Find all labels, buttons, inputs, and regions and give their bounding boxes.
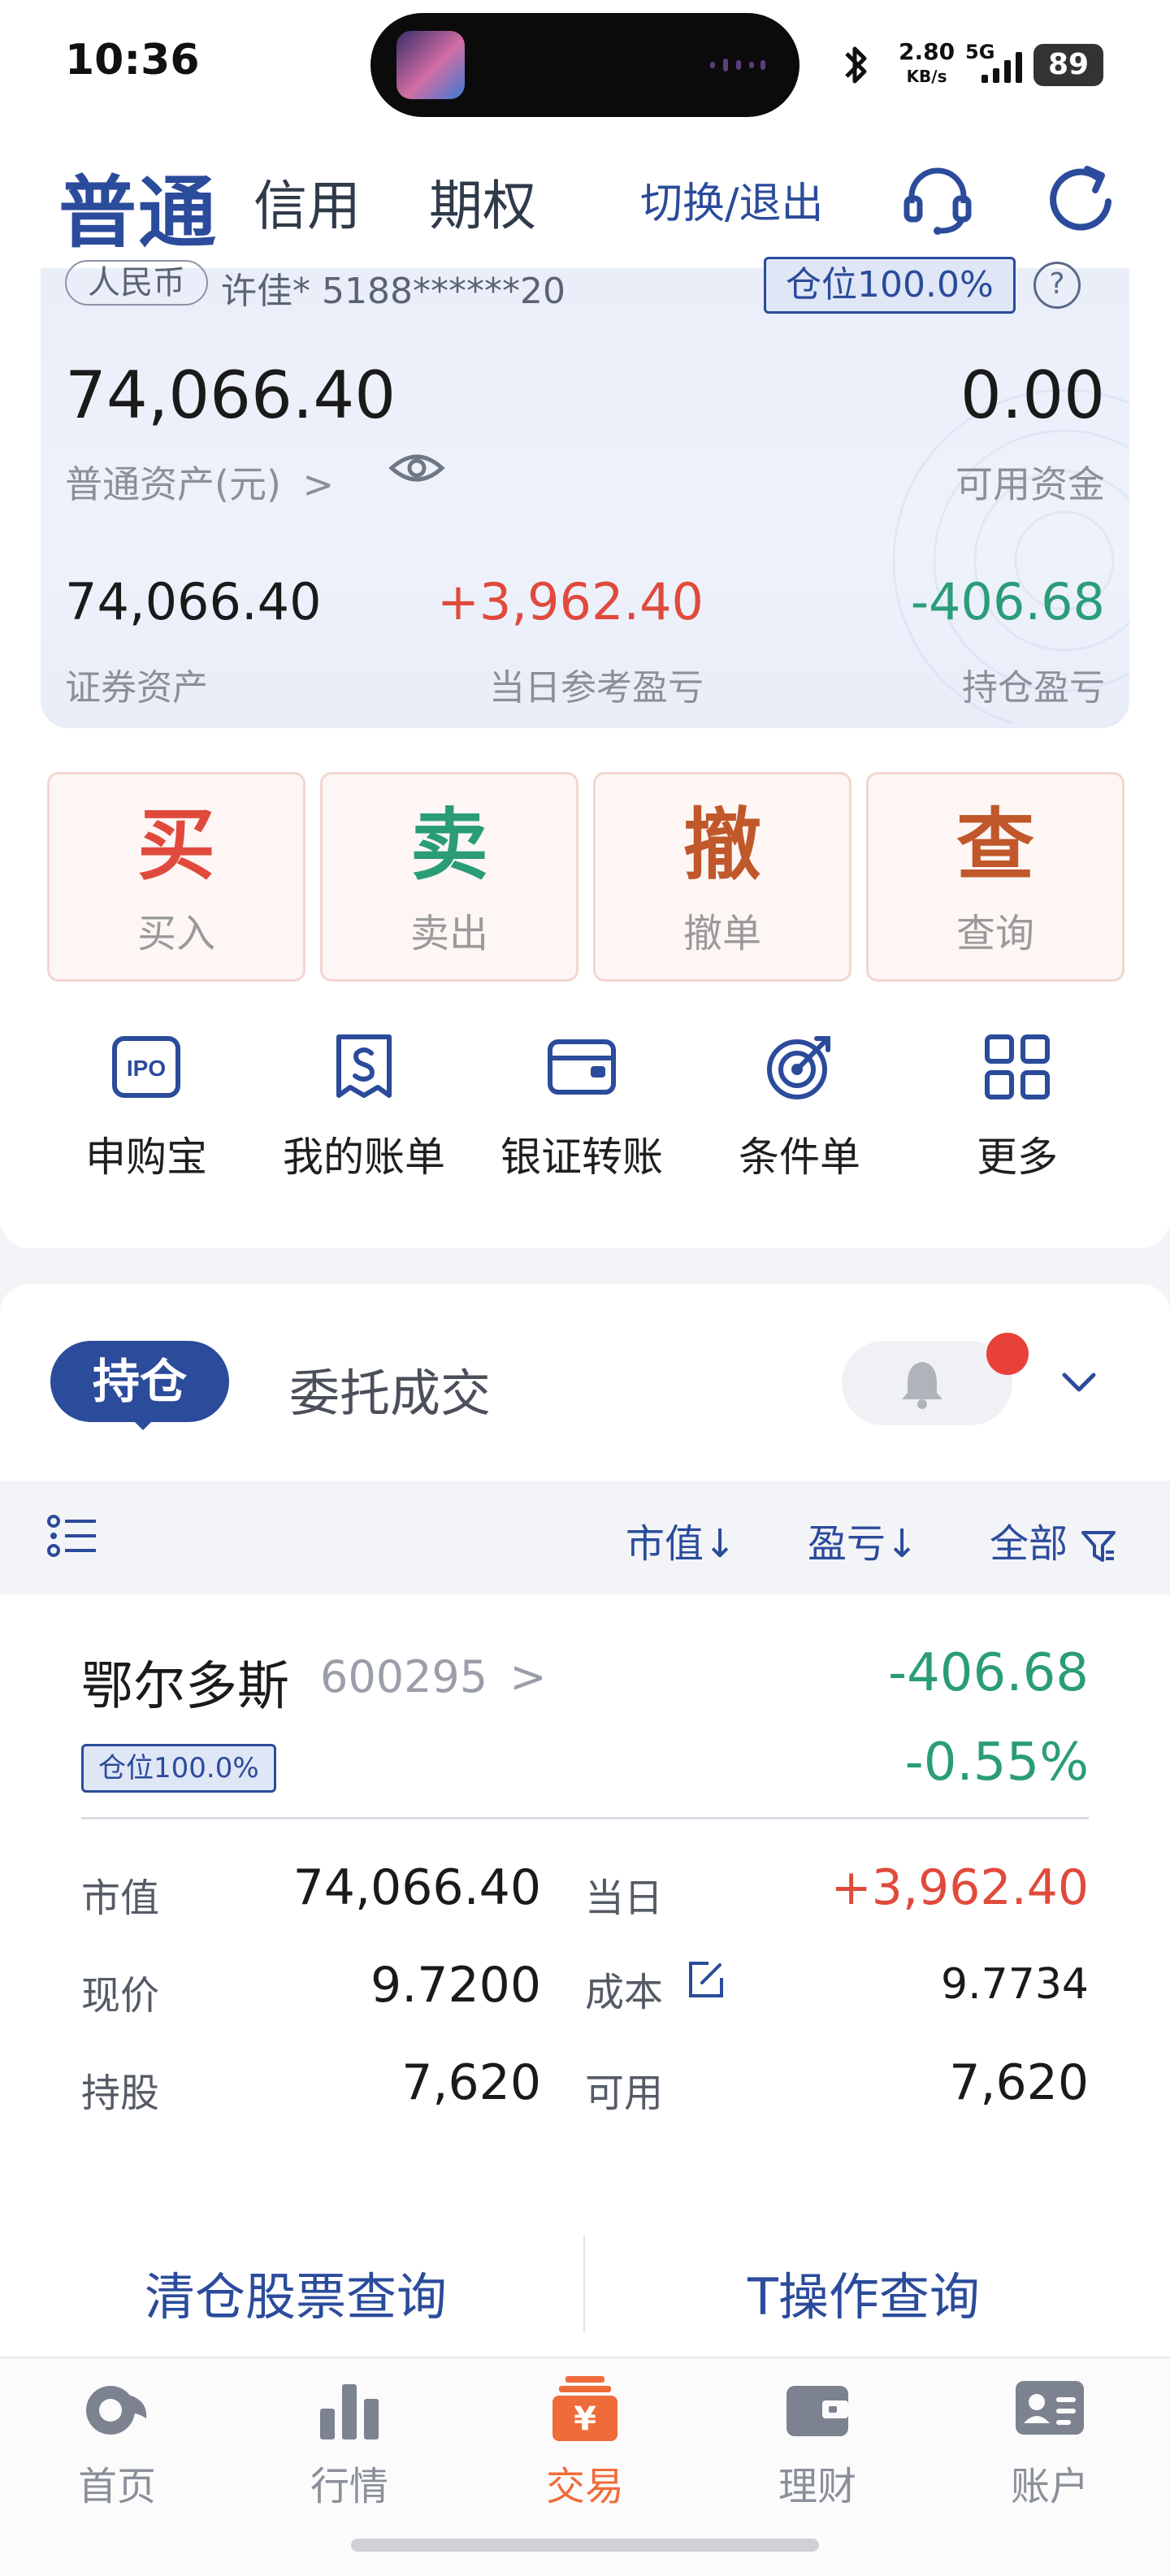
headset-icon[interactable] bbox=[900, 161, 975, 236]
total-assets-label[interactable]: 普通资产(元) > bbox=[65, 455, 334, 509]
trade-icon: ¥ bbox=[552, 2376, 618, 2441]
holding-position-badge: 仓位100.0% bbox=[81, 1744, 276, 1793]
holding-pnl-value: -406.68 bbox=[910, 572, 1105, 631]
query-button[interactable]: 查 查询 bbox=[866, 772, 1124, 982]
cancel-order-button[interactable]: 撤 撤单 bbox=[593, 772, 852, 982]
bill-icon bbox=[336, 1034, 392, 1098]
wallet-icon bbox=[786, 2386, 848, 2436]
quick-link-bill[interactable]: 我的账单 bbox=[255, 1030, 473, 1183]
t-operation-query-button[interactable]: T操作查询 bbox=[748, 2256, 980, 2329]
price-label: 现价 bbox=[81, 1973, 160, 2019]
stock-name[interactable]: 鄂尔多斯 bbox=[81, 1645, 289, 1720]
chevron-down-icon[interactable] bbox=[1061, 1370, 1097, 1394]
notification-dot bbox=[986, 1333, 1029, 1375]
edit-icon[interactable] bbox=[684, 1958, 726, 2001]
available-funds-value: 0.00 bbox=[960, 358, 1105, 433]
cost-label: 成本 bbox=[585, 1970, 664, 2015]
svg-text:IPO: IPO bbox=[127, 1056, 166, 1081]
grid-icon bbox=[985, 1034, 1050, 1099]
bluetooth-icon bbox=[845, 46, 867, 84]
tab-options[interactable]: 期权 bbox=[429, 163, 536, 241]
chart-icon bbox=[320, 2384, 379, 2439]
buy-button[interactable]: 买 买入 bbox=[47, 772, 306, 982]
daily-pnl: +3,962.40 bbox=[830, 1859, 1089, 1916]
nav-account[interactable]: 账户 bbox=[952, 2370, 1147, 2511]
holding-pnl-label: 持仓盈亏 bbox=[962, 667, 1105, 709]
divider bbox=[81, 1817, 1089, 1819]
available-funds-label: 可用资金 bbox=[956, 462, 1105, 506]
tab-orders-trades[interactable]: 委托成交 bbox=[289, 1352, 491, 1425]
market-value: 74,066.40 bbox=[292, 1859, 541, 1916]
target-icon bbox=[767, 1036, 830, 1099]
audio-wave-icon bbox=[710, 59, 765, 72]
quick-link-more[interactable]: 更多 bbox=[908, 1030, 1126, 1183]
now-playing-artwork[interactable] bbox=[396, 31, 465, 99]
market-value-label: 市值 bbox=[81, 1876, 160, 1921]
network-speed: 2.80 KB/s bbox=[899, 38, 956, 87]
shares-held: 7,620 bbox=[401, 2054, 541, 2111]
nav-wealth[interactable]: 理财 bbox=[720, 2370, 915, 2511]
sell-button[interactable]: 卖 卖出 bbox=[320, 772, 578, 982]
wallet-icon bbox=[548, 1039, 616, 1095]
divider bbox=[583, 2235, 585, 2332]
total-assets-value: 74,066.40 bbox=[65, 358, 396, 433]
available-shares-label: 可用 bbox=[585, 2071, 664, 2116]
filter-icon bbox=[1081, 1531, 1116, 1562]
tab-holdings[interactable]: 持仓 bbox=[50, 1341, 229, 1422]
daily-label: 当日 bbox=[585, 1876, 664, 1921]
refresh-icon[interactable] bbox=[1042, 159, 1120, 237]
cost-price: 9.7734 bbox=[941, 1960, 1089, 2009]
filter-scope[interactable]: 全部 bbox=[990, 1511, 1117, 1568]
holding-pnl: -406.68 bbox=[887, 1643, 1089, 1703]
quick-link-conditional-order[interactable]: 条件单 bbox=[691, 1030, 908, 1183]
cleared-stocks-query-button[interactable]: 清仓股票查询 bbox=[145, 2256, 447, 2329]
nav-home[interactable]: 首页 bbox=[20, 2370, 214, 2511]
list-view-icon[interactable] bbox=[47, 1513, 99, 1559]
quick-link-ipo[interactable]: IPO 申购宝 bbox=[37, 1030, 255, 1183]
signal-icon bbox=[982, 52, 1022, 83]
bell-icon bbox=[902, 1362, 942, 1409]
svg-text:¥: ¥ bbox=[574, 2400, 596, 2438]
home-indicator[interactable] bbox=[351, 2539, 819, 2552]
battery-icon: 89 bbox=[1034, 44, 1103, 86]
currency-badge: 人民币 bbox=[65, 260, 208, 306]
switch-logout-button[interactable]: 切换/退出 bbox=[640, 169, 824, 230]
tab-credit[interactable]: 信用 bbox=[254, 163, 361, 241]
nav-market[interactable]: 行情 bbox=[252, 2370, 447, 2511]
current-price: 9.7200 bbox=[370, 1957, 541, 2014]
home-icon bbox=[86, 2386, 147, 2435]
nav-trade[interactable]: ¥ 交易 bbox=[488, 2370, 682, 2511]
ipo-icon: IPO bbox=[112, 1036, 180, 1098]
holding-pnl-percent: -0.55% bbox=[904, 1733, 1089, 1793]
sort-by-market-value[interactable]: 市值↓ bbox=[626, 1511, 736, 1568]
chevron-right-icon: > bbox=[509, 1651, 547, 1702]
securities-assets-label: 证券资产 bbox=[65, 667, 208, 709]
quick-link-bank-transfer[interactable]: 银证转账 bbox=[473, 1030, 691, 1183]
eye-icon[interactable] bbox=[388, 444, 445, 492]
sort-by-pnl[interactable]: 盈亏↓ bbox=[808, 1511, 918, 1568]
daily-pnl-value: +3,962.40 bbox=[436, 572, 704, 631]
account-name: 许佳* 5188******20 bbox=[221, 271, 566, 312]
securities-assets-value: 74,066.40 bbox=[65, 572, 322, 631]
daily-pnl-label: 当日参考盈亏 bbox=[489, 667, 704, 709]
active-tab-pointer bbox=[130, 1417, 156, 1430]
available-shares: 7,620 bbox=[949, 2054, 1089, 2111]
stock-code[interactable]: 600295 > bbox=[320, 1651, 547, 1702]
chevron-right-icon: > bbox=[302, 462, 335, 506]
help-icon[interactable]: ? bbox=[1034, 262, 1081, 309]
position-badge: 仓位100.0% bbox=[764, 257, 1016, 314]
account-icon bbox=[1016, 2381, 1084, 2435]
status-time: 10:36 bbox=[65, 36, 200, 85]
tab-normal[interactable]: 普通 bbox=[58, 150, 218, 262]
shares-label: 持股 bbox=[81, 2071, 160, 2116]
